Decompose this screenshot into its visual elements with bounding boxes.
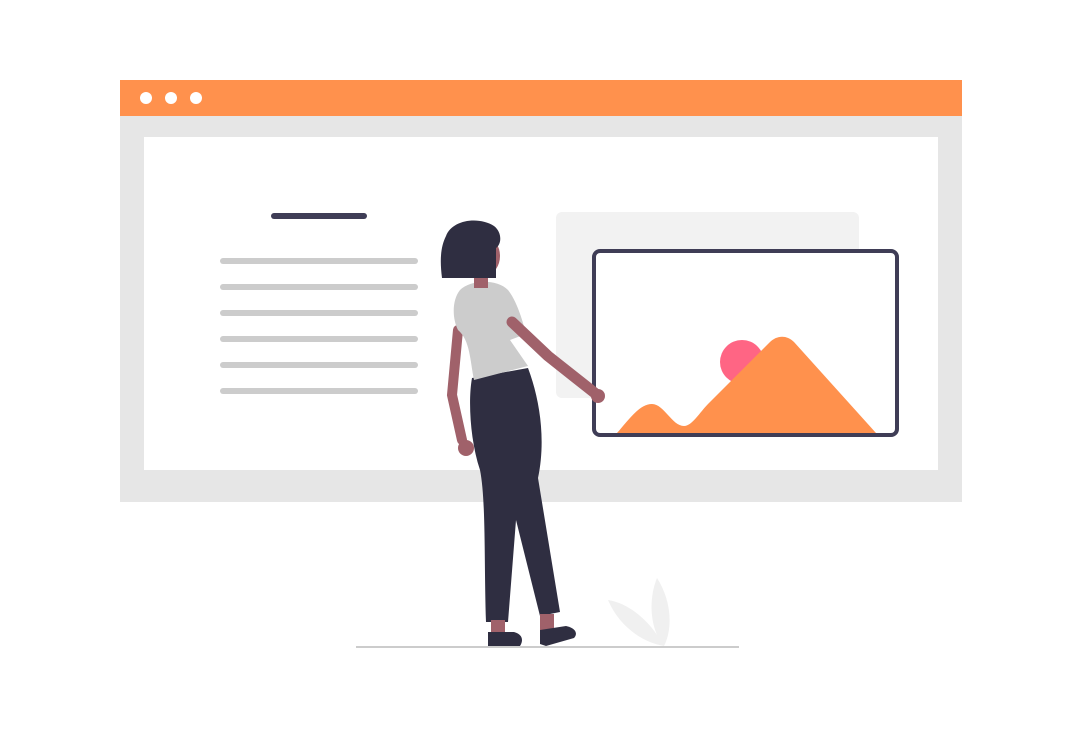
heading-placeholder <box>271 213 367 219</box>
ground-line <box>356 646 739 648</box>
image-icon[interactable] <box>592 249 899 437</box>
text-line <box>220 284 418 290</box>
text-line <box>220 258 418 264</box>
text-line <box>220 310 418 316</box>
plant-icon <box>608 578 670 646</box>
text-line <box>220 336 418 342</box>
text-line <box>220 362 418 368</box>
text-placeholder-lines <box>220 258 418 394</box>
text-line <box>220 388 418 394</box>
illustration-canvas <box>0 0 1082 729</box>
scene-overlay <box>220 212 899 648</box>
